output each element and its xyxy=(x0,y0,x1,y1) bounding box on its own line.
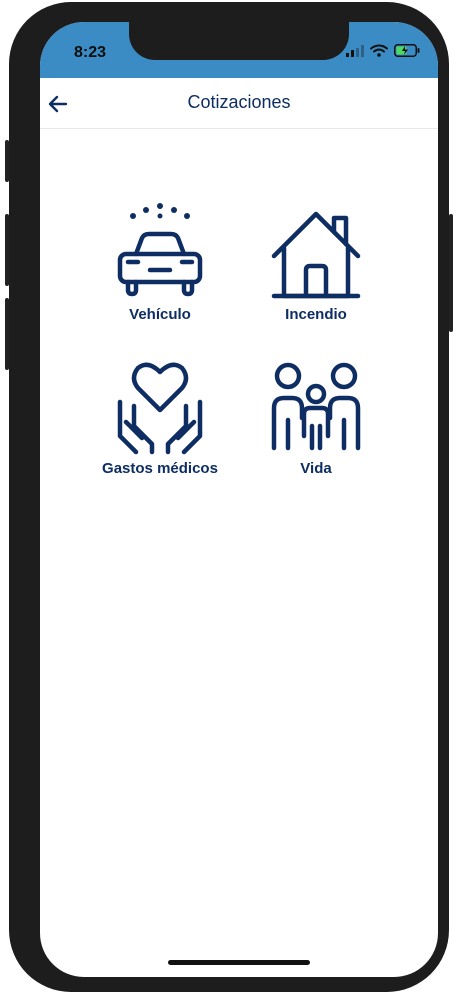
battery-icon xyxy=(394,44,420,62)
screen: 8:23 Cotizaciones Vehículo Incendio Gast… xyxy=(40,22,438,977)
option-label: Vehículo xyxy=(129,306,191,323)
option-label: Gastos médicos xyxy=(102,460,218,477)
option-label: Vida xyxy=(300,460,332,477)
signal-icon xyxy=(346,44,364,62)
option-incendio[interactable]: Incendio xyxy=(236,204,396,323)
option-vehiculo[interactable]: Vehículo xyxy=(80,202,240,323)
mute-switch xyxy=(5,140,9,182)
heart-hands-icon xyxy=(80,356,240,456)
car-icon xyxy=(80,202,240,302)
volume-down-button xyxy=(5,298,9,370)
phone-frame: 8:23 Cotizaciones Vehículo Incendio Gast… xyxy=(5,2,453,992)
notch xyxy=(129,22,349,60)
option-vida[interactable]: Vida xyxy=(236,360,396,477)
option-gastos-medicos[interactable]: Gastos médicos xyxy=(80,356,240,477)
volume-up-button xyxy=(5,214,9,286)
page-title: Cotizaciones xyxy=(187,92,291,112)
wifi-icon xyxy=(370,44,388,62)
power-button xyxy=(449,214,453,332)
status-icons xyxy=(346,44,420,62)
option-label: Incendio xyxy=(285,306,347,323)
home-indicator[interactable] xyxy=(168,960,310,965)
house-icon xyxy=(236,204,396,302)
nav-bar: Cotizaciones xyxy=(40,78,438,129)
family-icon xyxy=(236,360,396,456)
status-time: 8:23 xyxy=(74,44,107,61)
